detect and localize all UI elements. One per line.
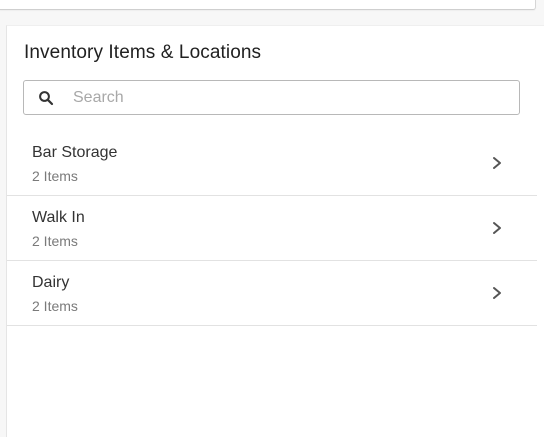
search-input[interactable]	[73, 81, 513, 114]
panel-title: Inventory Items & Locations	[24, 42, 262, 63]
list-item-bar-storage[interactable]: Bar Storage 2 Items	[7, 131, 537, 196]
location-item-count: 2 Items	[32, 233, 78, 249]
list-item-dairy[interactable]: Dairy 2 Items	[7, 261, 537, 326]
search-box[interactable]	[23, 80, 520, 115]
location-name: Bar Storage	[32, 144, 118, 161]
top-bar-edge	[0, 0, 536, 10]
search-icon	[39, 91, 54, 106]
list-item-walk-in[interactable]: Walk In 2 Items	[7, 196, 537, 261]
location-name: Dairy	[32, 274, 70, 291]
chevron-right-icon	[493, 287, 501, 299]
chevron-right-icon	[493, 222, 501, 234]
location-item-count: 2 Items	[32, 168, 78, 184]
chevron-right-icon	[493, 157, 501, 169]
location-list: Bar Storage 2 Items Walk In 2 Items Dair…	[7, 131, 537, 326]
location-name: Walk In	[32, 209, 85, 226]
location-item-count: 2 Items	[32, 298, 78, 314]
inventory-panel: Inventory Items & Locations Bar Storage …	[6, 25, 544, 437]
